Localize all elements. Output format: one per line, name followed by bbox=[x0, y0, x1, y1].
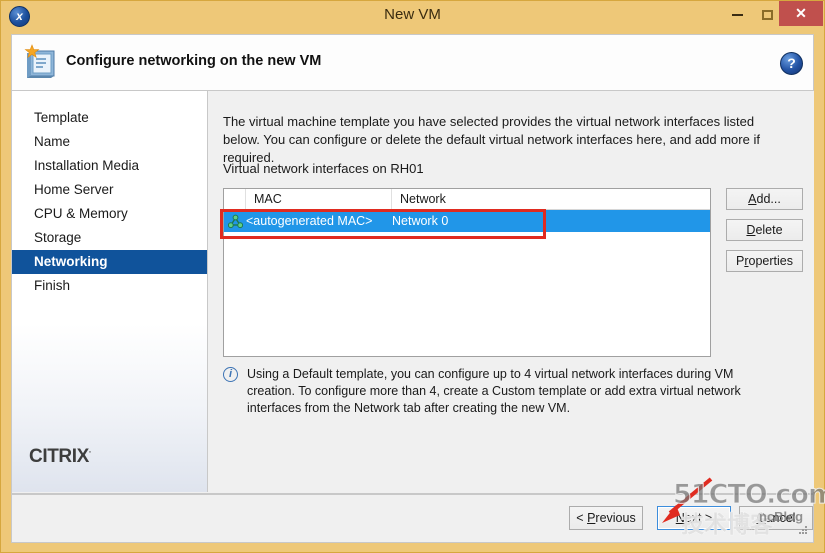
dialog-header: Configure networking on the new VM ? bbox=[11, 34, 814, 91]
add-button[interactable]: Add... bbox=[726, 188, 803, 210]
trademark-mark: · bbox=[88, 447, 92, 457]
maximize-icon bbox=[761, 9, 773, 20]
citrix-logo: CITRIX· bbox=[29, 446, 92, 468]
next-button[interactable]: Next > bbox=[657, 506, 731, 530]
delete-button[interactable]: Delete bbox=[726, 219, 803, 241]
intro-text: The virtual machine template you have se… bbox=[223, 114, 760, 165]
cell-mac: <autogenerated MAC> bbox=[246, 214, 373, 228]
sidebar-item-installation-media[interactable]: Installation Media bbox=[12, 154, 207, 178]
page-title: Configure networking on the new VM bbox=[66, 53, 322, 69]
new-vm-dialog-window: x New VM ✕ Configure networking on the n… bbox=[0, 0, 825, 553]
sidebar-item-networking[interactable]: Networking bbox=[12, 250, 207, 274]
window-title: New VM bbox=[384, 6, 441, 23]
new-vm-icon bbox=[24, 44, 55, 78]
dialog-content: Template Name Installation Media Home Serve… bbox=[11, 91, 814, 494]
info-icon: i bbox=[223, 367, 238, 382]
sidebar-item-finish[interactable]: Finish bbox=[12, 274, 207, 298]
listview-body: <autogenerated MAC> Network 0 bbox=[224, 210, 710, 232]
column-header-icon[interactable] bbox=[224, 189, 246, 209]
sidebar-item-cpu-memory[interactable]: CPU & Memory bbox=[12, 202, 207, 226]
info-note-text: Using a Default template, you can config… bbox=[247, 367, 741, 415]
previous-button[interactable]: < Previous bbox=[569, 506, 643, 530]
title-bar: x New VM ✕ bbox=[1, 1, 824, 32]
minimize-button[interactable] bbox=[723, 1, 751, 26]
sidebar-item-name[interactable]: Name bbox=[12, 130, 207, 154]
minimize-icon bbox=[731, 13, 743, 16]
list-label: Virtual network interfaces on RH01 bbox=[223, 161, 424, 176]
maximize-button[interactable] bbox=[753, 1, 781, 26]
networking-pane: The virtual machine template you have se… bbox=[209, 91, 814, 492]
sidebar-item-home-server[interactable]: Home Server bbox=[12, 178, 207, 202]
resize-grip[interactable] bbox=[798, 526, 808, 536]
column-header-network[interactable]: Network bbox=[392, 189, 710, 209]
column-header-mac[interactable]: MAC bbox=[246, 189, 392, 209]
network-interface-icon bbox=[224, 210, 246, 232]
sidebar-item-template[interactable]: Template bbox=[12, 106, 207, 130]
cell-network: Network 0 bbox=[392, 214, 449, 228]
sidebar-item-storage[interactable]: Storage bbox=[12, 226, 207, 250]
info-note: i Using a Default template, you can conf… bbox=[223, 366, 783, 417]
wizard-steps-sidebar: Template Name Installation Media Home Serve… bbox=[12, 91, 208, 492]
dialog-footer: < Previous Next > Cancel bbox=[11, 494, 814, 543]
close-button[interactable]: ✕ bbox=[779, 1, 823, 26]
properties-button[interactable]: Properties bbox=[726, 250, 803, 272]
help-icon[interactable]: ? bbox=[780, 52, 803, 75]
listview-header: MAC Network bbox=[224, 189, 710, 210]
vif-listview[interactable]: MAC Network <autogenerated MAC> Network 0 bbox=[223, 188, 711, 357]
table-row[interactable]: <autogenerated MAC> Network 0 bbox=[224, 210, 710, 232]
wizard-steps-list: Template Name Installation Media Home Serve… bbox=[12, 91, 207, 298]
citrix-logo-text: CITRIX bbox=[29, 446, 89, 467]
